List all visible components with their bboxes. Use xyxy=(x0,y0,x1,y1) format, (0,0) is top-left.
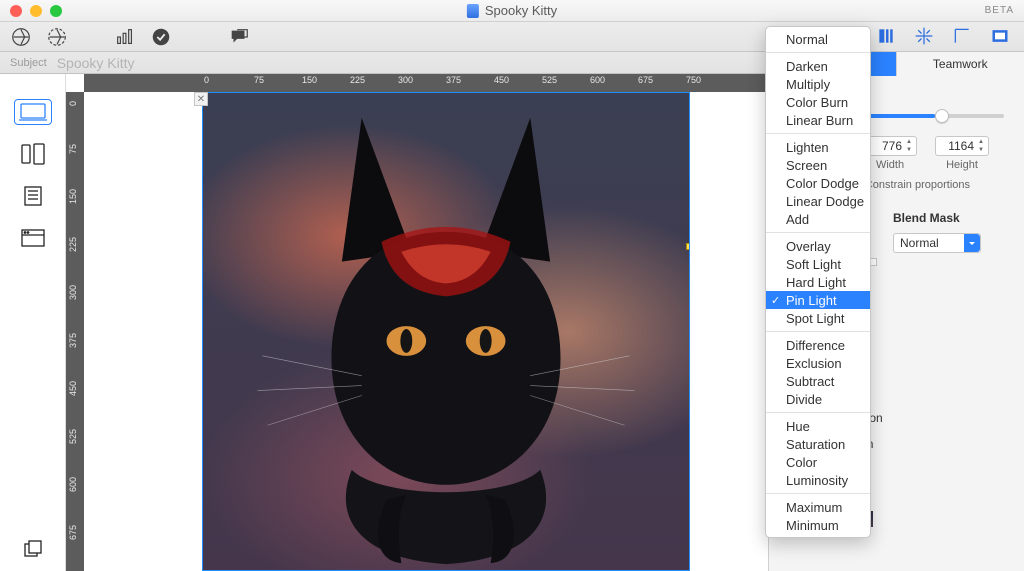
check-icon[interactable] xyxy=(150,26,172,48)
cat-layer xyxy=(203,93,689,569)
width-label: Width xyxy=(876,159,904,171)
dd-subtract[interactable]: Subtract xyxy=(766,372,870,390)
text-device-button[interactable] xyxy=(15,184,51,208)
dd-spot-light[interactable]: Spot Light xyxy=(766,309,870,327)
traffic-lights xyxy=(0,5,62,17)
dd-maximum[interactable]: Maximum xyxy=(766,498,870,516)
zoom-window-button[interactable] xyxy=(50,5,62,17)
subject-value[interactable]: Spooky Kitty xyxy=(57,55,135,71)
inspector-body: 776▲▼ Width 1164▲▼ Height Constrain prop… xyxy=(769,74,1024,527)
send-icon[interactable] xyxy=(10,26,32,48)
browser-device-button[interactable] xyxy=(15,226,51,250)
vertical-ruler[interactable]: 0 75 150 225 300 375 450 525 600 675 xyxy=(66,92,84,571)
inspector-panel: Style Teamwork 776▲▼ Width 1164▲▼ Height… xyxy=(768,74,1024,571)
dd-add[interactable]: Add xyxy=(766,210,870,228)
dd-color[interactable]: Color xyxy=(766,453,870,471)
document-title-text: Spooky Kitty xyxy=(485,3,557,18)
dd-color-dodge[interactable]: Color Dodge xyxy=(766,174,870,192)
document-title: Spooky Kitty xyxy=(467,3,557,18)
width-value: 776 xyxy=(882,139,902,153)
width-stepper[interactable]: ▲▼ xyxy=(903,138,915,154)
tab-teamwork[interactable]: Teamwork xyxy=(896,52,1024,76)
dd-darken[interactable]: Darken xyxy=(766,57,870,75)
chevron-down-icon xyxy=(964,234,980,252)
dd-multiply[interactable]: Multiply xyxy=(766,75,870,93)
dd-difference[interactable]: Difference xyxy=(766,336,870,354)
close-artboard-button[interactable]: ✕ xyxy=(194,92,208,106)
dd-linear-dodge[interactable]: Linear Dodge xyxy=(766,192,870,210)
height-value: 1164 xyxy=(948,139,974,153)
canvas-area: 0 75 150 225 300 375 450 525 600 675 750… xyxy=(66,74,768,571)
dd-overlay[interactable]: Overlay xyxy=(766,237,870,255)
blend-mode-select[interactable]: Normal xyxy=(893,233,981,253)
dd-screen[interactable]: Screen xyxy=(766,156,870,174)
height-field[interactable]: 1164▲▼ xyxy=(935,136,989,156)
artboard[interactable] xyxy=(202,92,690,571)
dd-lighten[interactable]: Lighten xyxy=(766,138,870,156)
device-rail xyxy=(0,74,66,571)
dd-normal[interactable]: Normal xyxy=(766,30,870,48)
frame-icon[interactable] xyxy=(990,26,1010,49)
dd-hue[interactable]: Hue xyxy=(766,417,870,435)
subject-label: Subject xyxy=(10,57,47,69)
window-titlebar: Spooky Kitty BETA xyxy=(0,0,1024,22)
width-field[interactable]: 776▲▼ xyxy=(863,136,917,156)
selection-handle[interactable] xyxy=(686,243,690,250)
height-stepper[interactable]: ▲▼ xyxy=(975,138,987,154)
center-icon[interactable] xyxy=(914,26,934,49)
slider-knob[interactable] xyxy=(935,109,949,123)
blend-mask-header: Blend Mask xyxy=(893,211,1010,225)
dd-soft-light[interactable]: Soft Light xyxy=(766,255,870,273)
dd-saturation[interactable]: Saturation xyxy=(766,435,870,453)
beta-badge: BETA xyxy=(985,5,1014,16)
dd-linear-burn[interactable]: Linear Burn xyxy=(766,111,870,129)
dd-exclusion[interactable]: Exclusion xyxy=(766,354,870,372)
close-window-button[interactable] xyxy=(10,5,22,17)
mobile-device-button[interactable] xyxy=(15,142,51,166)
align-icon[interactable] xyxy=(876,26,896,49)
dd-pin-light[interactable]: Pin Light xyxy=(766,291,870,309)
dd-color-burn[interactable]: Color Burn xyxy=(766,93,870,111)
workspace: 0 75 150 225 300 375 450 525 600 675 750… xyxy=(0,74,1024,571)
document-icon xyxy=(467,4,479,18)
analytics-icon[interactable] xyxy=(114,26,136,48)
height-label: Height xyxy=(946,159,978,171)
blend-mode-value: Normal xyxy=(900,236,939,250)
minimize-window-button[interactable] xyxy=(30,5,42,17)
corner-icon[interactable] xyxy=(952,26,972,49)
dd-minimum[interactable]: Minimum xyxy=(766,516,870,534)
dd-hard-light[interactable]: Hard Light xyxy=(766,273,870,291)
horizontal-ruler[interactable]: 0 75 150 225 300 375 450 525 600 675 750 xyxy=(84,74,768,92)
send-later-icon[interactable] xyxy=(46,26,68,48)
layers-button[interactable] xyxy=(15,537,51,561)
blend-mode-dropdown[interactable]: Normal Darken Multiply Color Burn Linear… xyxy=(765,26,871,538)
desktop-device-button[interactable] xyxy=(15,100,51,124)
dd-divide[interactable]: Divide xyxy=(766,390,870,408)
comment-icon[interactable] xyxy=(228,26,250,48)
dd-luminosity[interactable]: Luminosity xyxy=(766,471,870,489)
